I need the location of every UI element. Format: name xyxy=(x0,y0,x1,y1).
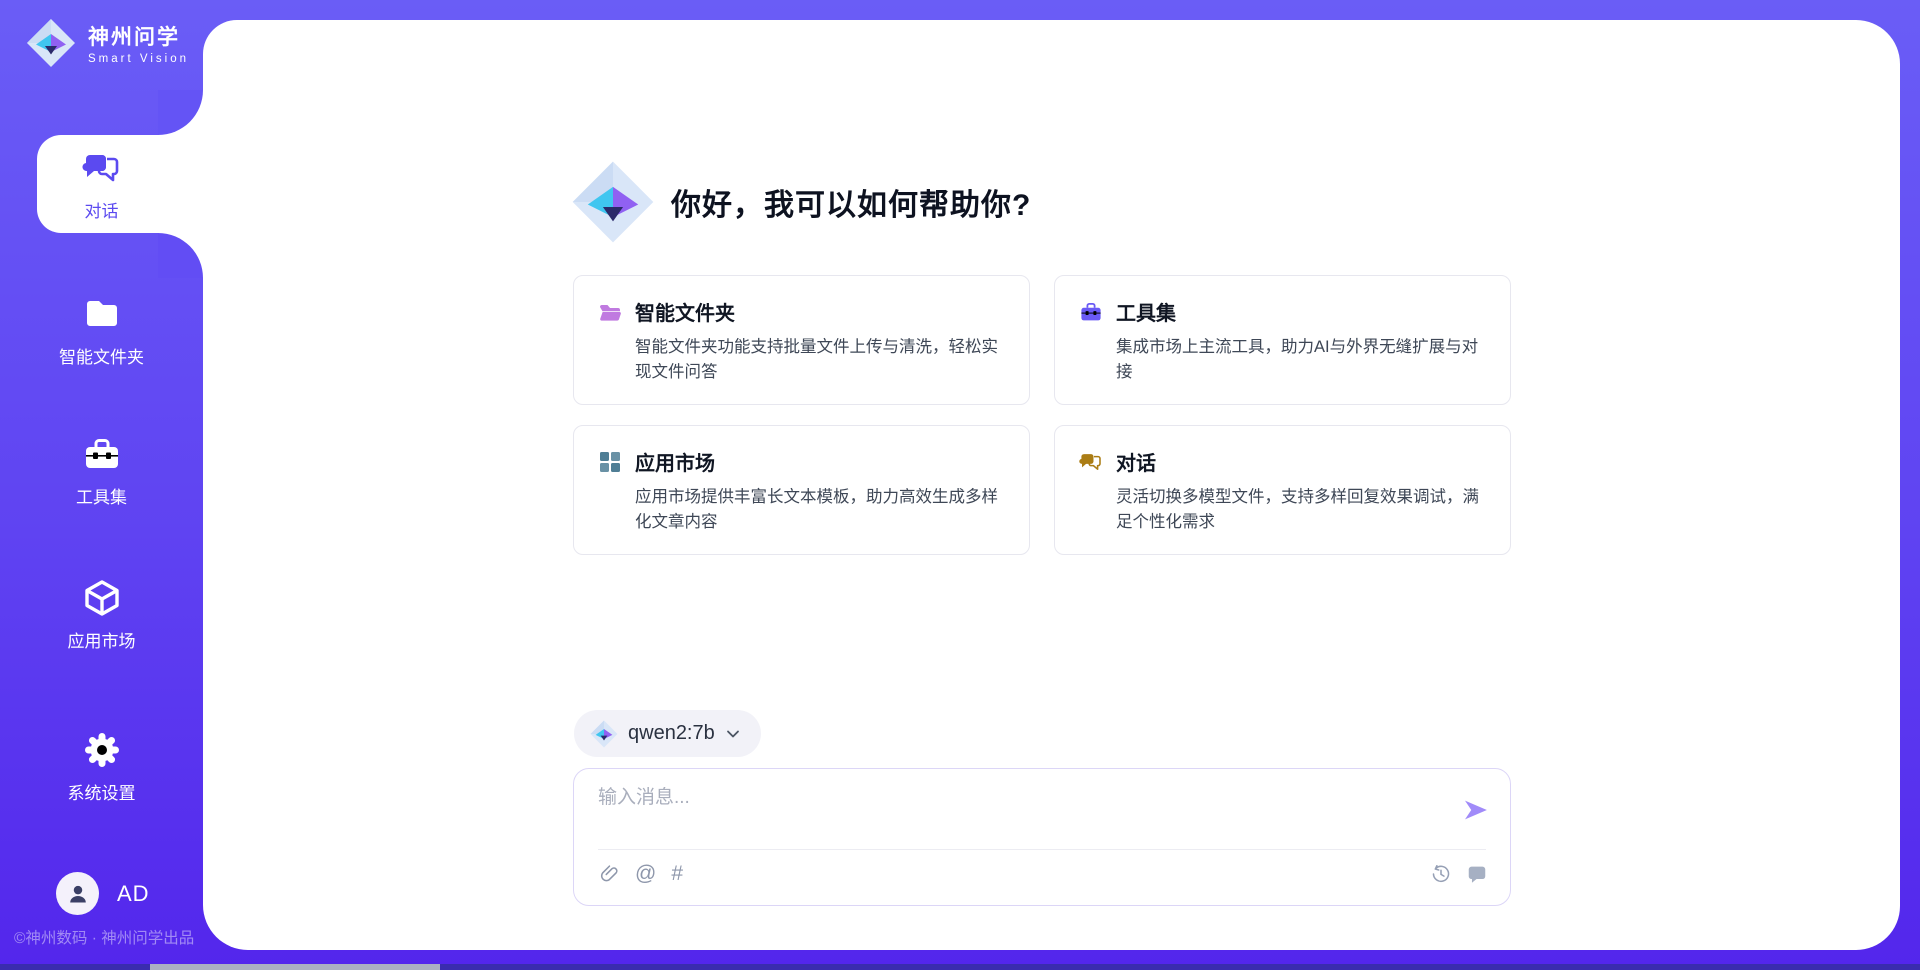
card-description: 智能文件夹功能支持批量文件上传与清洗，轻松实现文件问答 xyxy=(635,335,1005,385)
feedback-icon[interactable] xyxy=(1466,863,1488,885)
horizontal-scrollbar-track xyxy=(0,964,1920,970)
mention-icon[interactable]: @ xyxy=(635,863,656,885)
composer-divider xyxy=(598,849,1486,850)
sidebar-item-smart-folder[interactable]: 智能文件夹 xyxy=(0,294,203,368)
sidebar-item-toolset[interactable]: 工具集 xyxy=(0,434,203,508)
sidebar-item-label: 工具集 xyxy=(76,483,127,508)
brand-name: 神州问学 xyxy=(88,21,189,51)
message-composer: @ # xyxy=(573,768,1511,906)
card-title: 智能文件夹 xyxy=(635,297,735,326)
folder-icon xyxy=(82,294,122,334)
greeting-title: 你好，我可以如何帮助你? xyxy=(671,180,1031,224)
sidebar-item-label: 系统设置 xyxy=(68,779,136,804)
card-description: 应用市场提供丰富长文本模板，助力高效生成多样化文章内容 xyxy=(635,485,1005,535)
assistant-logo-icon xyxy=(571,160,655,244)
card-title: 应用市场 xyxy=(635,447,715,476)
tab-curve-bottom xyxy=(158,233,203,278)
sidebar-item-label: 对话 xyxy=(85,197,119,222)
card-smart-folder[interactable]: 智能文件夹 智能文件夹功能支持批量文件上传与清洗，轻松实现文件问答 xyxy=(573,275,1030,405)
sidebar-item-label: 应用市场 xyxy=(68,627,136,652)
model-selector[interactable]: qwen2:7b xyxy=(574,710,761,757)
card-toolset[interactable]: 工具集 集成市场上主流工具，助力AI与外界无缝扩展与对接 xyxy=(1054,275,1511,405)
send-icon[interactable] xyxy=(1460,795,1490,825)
chevron-down-icon xyxy=(725,726,741,742)
tab-curve-top xyxy=(158,90,203,135)
card-description: 灵活切换多模型文件，支持多样回复效果调试，满足个性化需求 xyxy=(1116,485,1486,535)
card-chat[interactable]: 对话 灵活切换多模型文件，支持多样回复效果调试，满足个性化需求 xyxy=(1054,425,1511,555)
user-row[interactable]: AD xyxy=(56,872,150,915)
chat-icon xyxy=(82,148,122,188)
toolbox-icon xyxy=(1079,300,1103,324)
composer-tools: @ # xyxy=(598,863,683,885)
model-name: qwen2:7b xyxy=(628,722,715,745)
sidebar-item-chat[interactable]: 对话 xyxy=(0,148,203,222)
feature-cards: 智能文件夹 智能文件夹功能支持批量文件上传与清洗，轻松实现文件问答 工具集 集成… xyxy=(573,275,1511,555)
sidebar: 神州问学 Smart Vision 对话 智能文件夹 工具集 应用市场 系统设置 xyxy=(0,0,203,970)
composer-actions xyxy=(1430,863,1488,885)
message-input[interactable] xyxy=(598,787,1418,809)
sidebar-item-app-market[interactable]: 应用市场 xyxy=(0,578,203,652)
card-app-market[interactable]: 应用市场 应用市场提供丰富长文本模板，助力高效生成多样化文章内容 xyxy=(573,425,1030,555)
horizontal-scrollbar-thumb[interactable] xyxy=(150,964,440,970)
brand: 神州问学 Smart Vision xyxy=(26,18,189,68)
grid-icon xyxy=(598,450,622,474)
user-initials: AD xyxy=(117,881,150,907)
card-title: 对话 xyxy=(1116,447,1156,476)
attach-icon[interactable] xyxy=(598,863,620,885)
card-title: 工具集 xyxy=(1116,297,1176,326)
sidebar-item-label: 智能文件夹 xyxy=(59,343,144,368)
folder-open-icon xyxy=(598,300,622,324)
model-logo-icon xyxy=(590,720,618,748)
card-description: 集成市场上主流工具，助力AI与外界无缝扩展与对接 xyxy=(1116,335,1486,385)
person-icon xyxy=(65,881,91,907)
toolbox-icon xyxy=(82,434,122,474)
copyright-footer: ©神州数码 · 神州问学出品 xyxy=(14,926,204,948)
history-icon[interactable] xyxy=(1430,863,1452,885)
brand-logo-icon xyxy=(26,18,76,68)
cube-icon xyxy=(82,578,122,618)
sidebar-item-settings[interactable]: 系统设置 xyxy=(0,730,203,804)
main-panel: 你好，我可以如何帮助你? 智能文件夹 智能文件夹功能支持批量文件上传与清洗，轻松… xyxy=(203,20,1900,950)
hash-icon[interactable]: # xyxy=(671,863,683,885)
chat-bubbles-icon xyxy=(1079,450,1103,474)
gear-icon xyxy=(82,730,122,770)
greeting: 你好，我可以如何帮助你? xyxy=(571,160,1031,244)
brand-subtitle: Smart Vision xyxy=(88,53,189,65)
avatar[interactable] xyxy=(56,872,99,915)
